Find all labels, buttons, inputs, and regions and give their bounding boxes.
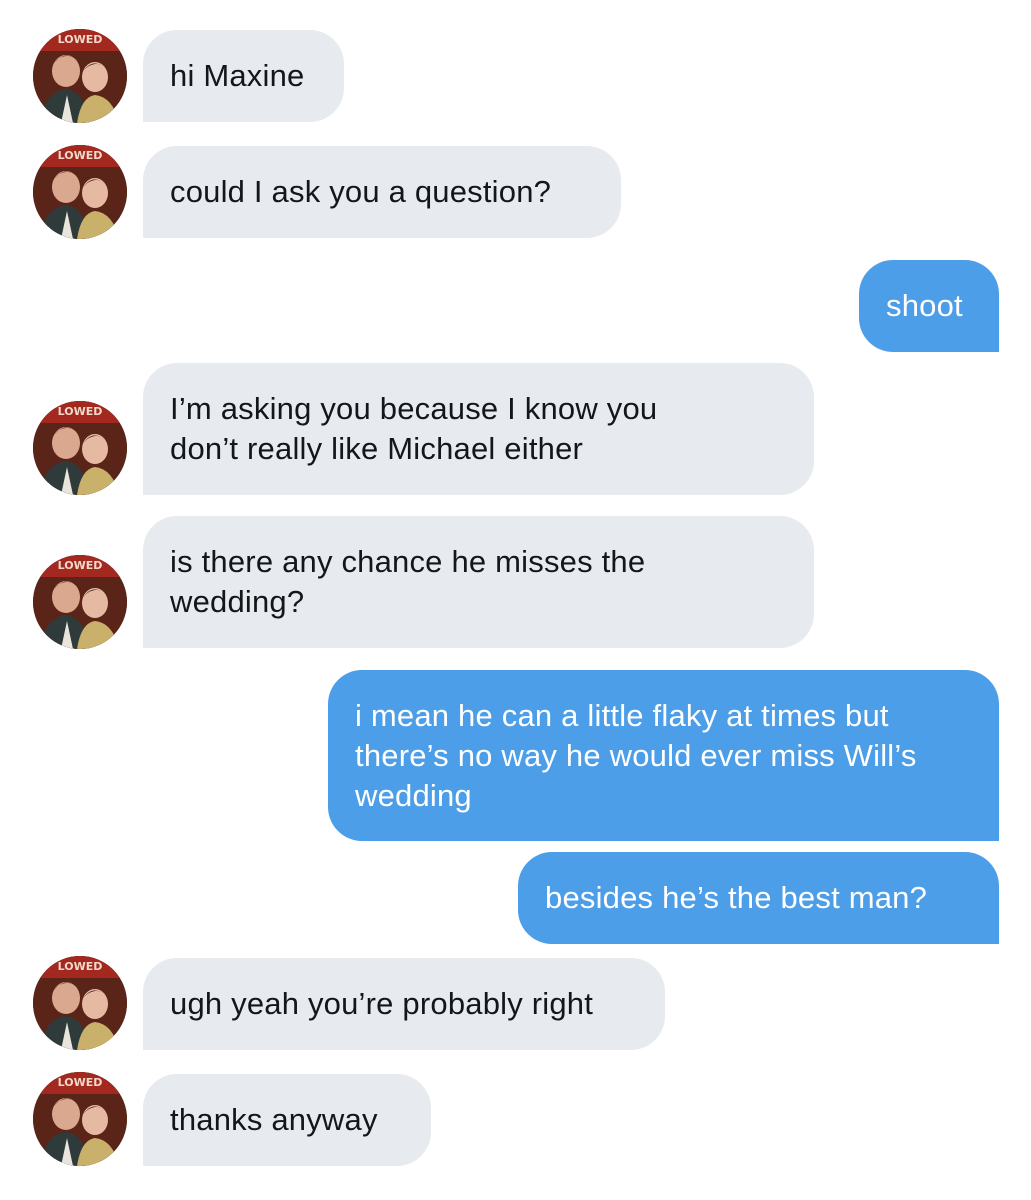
avatar-photo-icon: LOWED <box>33 401 127 495</box>
avatar-photo-icon: LOWED <box>33 145 127 239</box>
message-text: besides he’s the best man? <box>545 880 928 915</box>
avatar-photo-icon: LOWED <box>33 555 127 649</box>
message-text: ugh yeah you’re probably right <box>170 986 594 1021</box>
message-bubble[interactable]: hi Maxine <box>143 30 344 122</box>
message-bubble[interactable]: ugh yeah you’re probably right <box>143 958 665 1050</box>
svg-text:LOWED: LOWED <box>58 960 103 973</box>
svg-text:LOWED: LOWED <box>58 405 103 418</box>
message-bubble[interactable]: could I ask you a question? <box>143 146 621 238</box>
svg-text:LOWED: LOWED <box>58 33 103 46</box>
message-text: hi Maxine <box>170 58 305 93</box>
message-bubble[interactable]: shoot <box>859 260 999 352</box>
avatar[interactable]: LOWED <box>33 1072 127 1166</box>
message-bubble[interactable]: thanks anyway <box>143 1074 431 1166</box>
message-text: could I ask you a question? <box>170 174 552 209</box>
svg-text:LOWED: LOWED <box>58 149 103 162</box>
avatar[interactable]: LOWED <box>33 956 127 1050</box>
avatar-photo-icon: LOWED <box>33 956 127 1050</box>
avatar-photo-icon: LOWED <box>33 29 127 123</box>
message-bubble[interactable]: is there any chance he misses the weddin… <box>143 516 814 648</box>
avatar[interactable]: LOWED <box>33 29 127 123</box>
avatar[interactable]: LOWED <box>33 401 127 495</box>
message-bubble[interactable]: I’m asking you because I know you don’t … <box>143 363 814 495</box>
message-text: is there any chance he misses the weddin… <box>170 544 646 619</box>
message-text: shoot <box>886 288 963 323</box>
svg-text:LOWED: LOWED <box>58 1076 103 1089</box>
avatar-photo-icon: LOWED <box>33 1072 127 1166</box>
avatar[interactable]: LOWED <box>33 555 127 649</box>
message-text: i mean he can a little flaky at times bu… <box>355 697 917 813</box>
svg-text:LOWED: LOWED <box>58 559 103 572</box>
message-text: thanks anyway <box>170 1102 378 1137</box>
message-text: I’m asking you because I know you don’t … <box>170 391 658 466</box>
avatar[interactable]: LOWED <box>33 145 127 239</box>
message-bubble[interactable]: i mean he can a little flaky at times bu… <box>328 670 999 841</box>
message-bubble[interactable]: besides he’s the best man? <box>518 852 999 944</box>
